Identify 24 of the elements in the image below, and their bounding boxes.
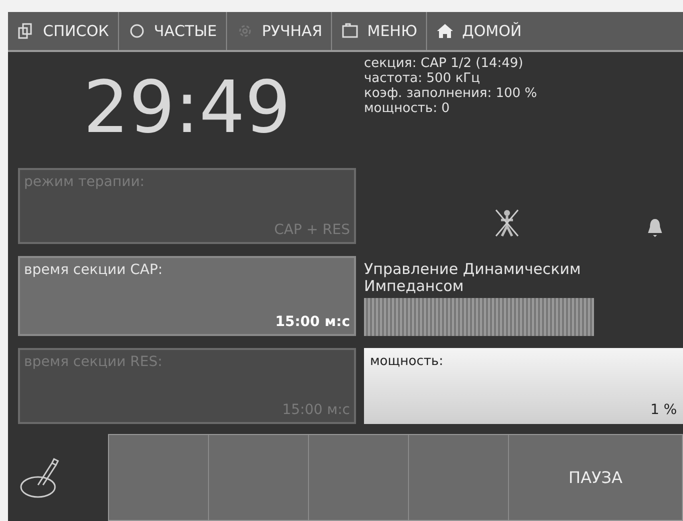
toolbar-tab[interactable]: СПИСОК [8,12,119,50]
toolbar-tab[interactable]: ЧАСТЫЕ [118,12,227,50]
panel-value: 15:00 м:с [275,314,350,330]
info-line: секция: CAP 1/2 (14:49) [364,56,524,71]
impedance-title: Управление Динамическим Импедансом [364,261,582,295]
toolbar-tab[interactable]: РУЧНАЯ [226,12,332,50]
pages-icon [17,22,35,40]
toolbar-tab[interactable]: МЕНЮ [332,12,428,50]
info-line: частота: 500 кГц [364,71,481,86]
timer-display: 29:49 [83,71,291,143]
info-line: коэф. заполнения: 100 % [364,86,538,101]
home-icon [436,22,454,40]
pause-button[interactable]: ПАУЗА [562,467,628,488]
bell-icon [647,218,663,238]
info-line: мощность: 0 [364,101,451,116]
refresh-icon [128,22,146,40]
toolbar-tab[interactable]: ДОМОЙ [427,12,522,50]
folder-icon [341,22,360,40]
panel-label: время секции CAP: [24,262,163,278]
person-crossed-icon [494,208,520,238]
setting-panel[interactable]: время секции CAP: 15:00 м:с [18,256,356,336]
power-panel[interactable]: мощность: 1 % [364,348,683,424]
power-label: мощность: [370,354,444,369]
power-value: 1 % [650,402,677,418]
